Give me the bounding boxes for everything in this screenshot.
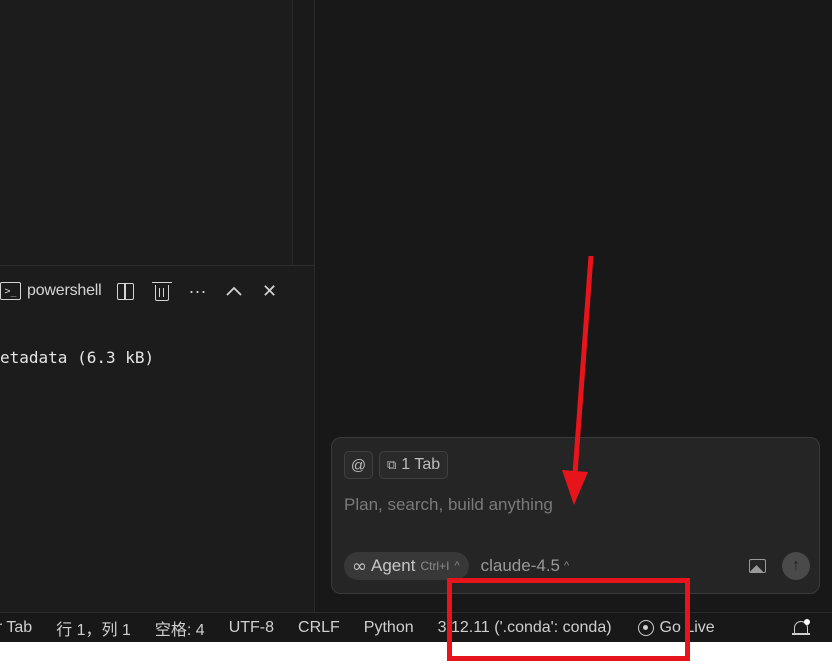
ellipsis-icon: ···	[188, 280, 207, 301]
chevron-up-icon	[225, 286, 242, 296]
terminal-tab[interactable]: >_ powershell	[0, 276, 102, 306]
attach-image-button[interactable]	[746, 555, 768, 577]
status-indentation-mode[interactable]: or Tab	[0, 619, 32, 637]
editor-area[interactable]	[0, 0, 314, 265]
context-chip-label: 1 Tab	[401, 456, 441, 473]
status-encoding[interactable]: UTF-8	[229, 619, 274, 637]
chat-composer: @ ⧉ 1 Tab ∞ Agent Ctrl+I ^ claude-4.5 ^	[331, 437, 820, 594]
agent-mode-label: Agent	[371, 556, 416, 575]
infinity-icon: ∞	[352, 555, 367, 577]
kill-terminal-button[interactable]	[148, 277, 176, 305]
agent-mode-selector[interactable]: ∞ Agent Ctrl+I ^	[344, 552, 469, 580]
terminal-output-line: etadata (6.3 kB)	[0, 348, 155, 367]
chat-input[interactable]	[344, 493, 804, 517]
at-sign-icon: @	[350, 456, 367, 474]
status-bar: or Tab 行 1，列 1 空格: 4 UTF-8 CRLF Python 3…	[0, 612, 832, 642]
model-selector[interactable]: claude-4.5 ^	[481, 556, 570, 576]
composer-controls: ∞ Agent Ctrl+I ^ claude-4.5 ^ ↑	[344, 551, 810, 581]
status-language-mode[interactable]: Python	[364, 619, 414, 637]
annotation-highlight-box	[447, 578, 690, 661]
terminal-panel[interactable]: >_ powershell ··· ✕ etadata (6.3 kB)	[0, 265, 314, 612]
status-indent-size[interactable]: 空格: 4	[155, 616, 205, 640]
agent-chat-pane: @ ⧉ 1 Tab ∞ Agent Ctrl+I ^ claude-4.5 ^	[314, 0, 832, 612]
more-actions-button[interactable]: ···	[184, 277, 212, 305]
context-chip-tabs[interactable]: ⧉ 1 Tab	[379, 451, 449, 479]
model-label: claude-4.5	[480, 556, 561, 575]
agent-shortcut-hint: Ctrl+I	[420, 559, 450, 573]
maximize-panel-button[interactable]	[220, 277, 248, 305]
chevron-up-icon: ^	[454, 560, 460, 572]
close-icon: ✕	[261, 280, 278, 301]
vscode-window: >_ powershell ··· ✕ etadata (6.3 kB) @ ⧉…	[0, 0, 832, 667]
image-icon	[748, 559, 766, 573]
terminal-prompt-icon: >_	[0, 282, 21, 300]
chevron-up-icon: ^	[564, 560, 570, 572]
split-terminal-button[interactable]	[112, 277, 140, 305]
terminal-toolbar: >_ powershell ··· ✕	[0, 276, 314, 306]
status-line-ending[interactable]: CRLF	[298, 619, 340, 637]
status-cursor-position[interactable]: 行 1，列 1	[56, 616, 131, 640]
send-button[interactable]: ↑	[782, 552, 810, 580]
below-window-area	[0, 642, 832, 667]
terminal-tab-label: powershell	[27, 282, 102, 299]
mention-button[interactable]: @	[344, 451, 373, 479]
split-terminal-icon	[117, 282, 134, 300]
context-chip-row: @ ⧉ 1 Tab	[344, 451, 449, 479]
arrow-up-icon: ↑	[792, 557, 800, 574]
editor-scrollbar[interactable]	[292, 0, 314, 265]
bell-icon[interactable]	[792, 619, 810, 637]
trash-icon	[151, 281, 172, 301]
clipboard-icon: ⧉	[387, 457, 397, 472]
close-panel-button[interactable]: ✕	[256, 277, 284, 305]
